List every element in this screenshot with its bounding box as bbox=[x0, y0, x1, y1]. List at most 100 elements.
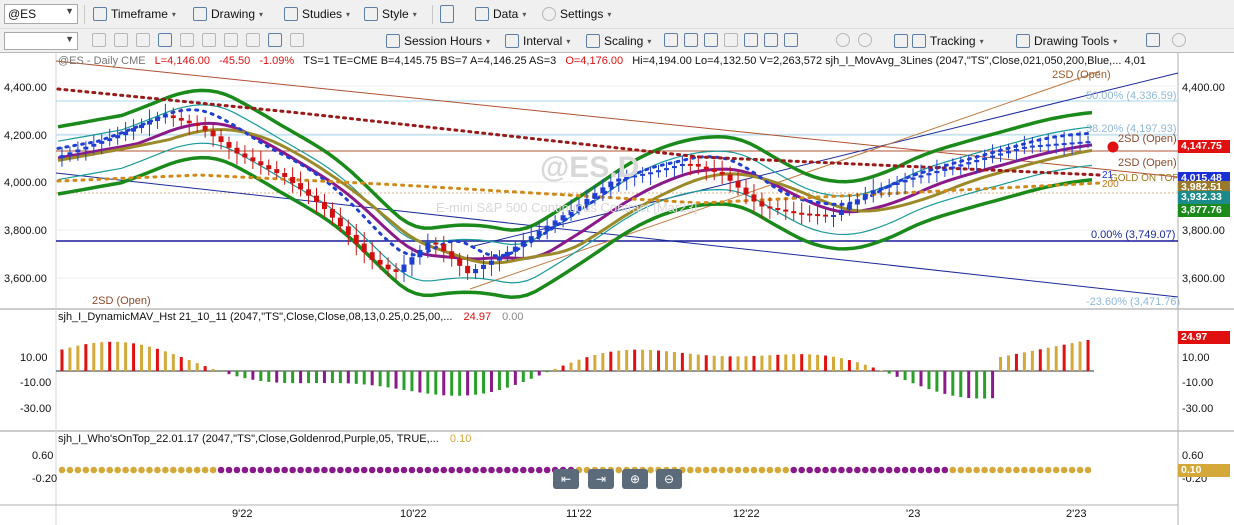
candle-body bbox=[67, 152, 73, 156]
quick-input[interactable]: ▼ bbox=[4, 32, 78, 50]
compress-bars-button[interactable]: ⇤ bbox=[553, 469, 579, 489]
whos-on-top-dot bbox=[989, 466, 996, 474]
chevron-down-icon[interactable]: ▼ bbox=[65, 34, 74, 44]
columns-icon[interactable] bbox=[290, 33, 304, 47]
chart-toolbar: ▼ Session Hours ▾ Interval ▾ Scaling ▾ Trac… bbox=[0, 29, 1234, 53]
whos-on-top-dot bbox=[694, 466, 702, 474]
studies-menu[interactable]: Studies ▾ bbox=[284, 7, 350, 21]
whos-on-top-dot bbox=[1068, 466, 1076, 474]
ind1-axis-label: 10.00 bbox=[20, 352, 48, 364]
data-menu[interactable]: Data ▾ bbox=[475, 7, 526, 21]
point-figure-icon[interactable] bbox=[764, 33, 778, 47]
grid-icon[interactable] bbox=[224, 33, 238, 47]
candle-body bbox=[536, 230, 542, 237]
candle-body bbox=[1085, 141, 1091, 144]
drawing-tools-button[interactable]: Drawing Tools ▾ bbox=[1016, 34, 1117, 48]
drawing-menu[interactable]: Drawing ▾ bbox=[193, 7, 263, 21]
speedometer-icon[interactable] bbox=[1172, 33, 1186, 47]
whos-on-top-dot bbox=[114, 466, 121, 474]
whos-on-top-dot bbox=[774, 466, 782, 474]
candle-body bbox=[75, 149, 81, 153]
expand-bars-button[interactable]: ⇥ bbox=[588, 469, 614, 489]
whos-on-top-dot bbox=[496, 466, 503, 474]
candlestick-icon[interactable] bbox=[684, 33, 698, 47]
trend-icon[interactable] bbox=[1146, 33, 1160, 47]
candle-body bbox=[210, 130, 216, 137]
candle-body bbox=[520, 241, 526, 247]
list-icon[interactable] bbox=[246, 33, 260, 47]
refresh-icon[interactable] bbox=[92, 33, 106, 47]
candle-body bbox=[783, 209, 789, 212]
add-window-icon[interactable] bbox=[114, 33, 128, 47]
whos-on-top-dot bbox=[1084, 466, 1092, 474]
timeframe-menu[interactable]: Timeframe ▾ bbox=[93, 7, 176, 21]
chart-canvas[interactable] bbox=[0, 53, 1234, 525]
candle-body bbox=[759, 201, 765, 207]
line-chart-icon[interactable] bbox=[724, 33, 738, 47]
candle-body bbox=[306, 189, 312, 196]
sd-right-label: 2SD (Open) bbox=[1118, 157, 1177, 169]
table-icon[interactable] bbox=[180, 33, 194, 47]
ind2-axis-label-right: 0.60 bbox=[1182, 450, 1204, 462]
whos-on-top-dot bbox=[798, 466, 805, 474]
session-hours-button[interactable]: Session Hours ▾ bbox=[386, 34, 490, 48]
whos-on-top-dot bbox=[869, 466, 877, 474]
window-icon[interactable] bbox=[136, 33, 150, 47]
price-label: 4,400.00 bbox=[4, 82, 47, 94]
layout-button[interactable] bbox=[440, 5, 454, 23]
chart-lines-icon[interactable] bbox=[202, 33, 216, 47]
whos-on-top-dot bbox=[925, 466, 933, 474]
whos-on-top-dot bbox=[909, 466, 917, 474]
whos-on-top-dot bbox=[456, 466, 463, 474]
whos-on-top-dot bbox=[1005, 466, 1012, 474]
gold-on-top-label: GOLD ON TOP bbox=[1110, 173, 1180, 184]
candle-body bbox=[910, 177, 916, 180]
price-label: 4,200.00 bbox=[4, 130, 47, 142]
grid-icon bbox=[894, 34, 908, 48]
candle-body bbox=[711, 169, 717, 172]
candle-body bbox=[671, 166, 677, 169]
candle-body bbox=[449, 251, 455, 259]
symbol-input[interactable]: @ES ▼ bbox=[4, 4, 78, 24]
candle-body bbox=[735, 180, 741, 188]
candle-body bbox=[298, 183, 304, 190]
bar-chart-icon[interactable] bbox=[664, 33, 678, 47]
whos-on-top-dot bbox=[838, 466, 845, 474]
candle-body bbox=[552, 220, 558, 226]
candle-body bbox=[846, 204, 852, 210]
whos-on-top-dot bbox=[305, 466, 312, 474]
candle-body bbox=[1021, 146, 1027, 149]
fib-0-label: 0.00% (3,749.07) bbox=[1091, 229, 1176, 241]
tracking-button[interactable]: Tracking ▾ bbox=[894, 34, 984, 48]
search-icon[interactable] bbox=[158, 33, 172, 47]
candle-body bbox=[353, 234, 359, 244]
zoom-out-icon[interactable] bbox=[858, 33, 872, 47]
hollow-candle-icon[interactable] bbox=[704, 33, 718, 47]
interval-button[interactable]: Interval ▾ bbox=[505, 34, 570, 48]
zoom-out-button[interactable]: ⊖ bbox=[656, 469, 682, 489]
ohlc-icon[interactable] bbox=[744, 33, 758, 47]
price-label-right: 4,400.00 bbox=[1182, 82, 1225, 94]
style-icon bbox=[364, 7, 378, 21]
style-menu[interactable]: Style ▾ bbox=[364, 7, 417, 21]
layout-icon[interactable] bbox=[268, 33, 282, 47]
indicator2-title: sjh_I_Who'sOnTop_22.01.17 (2047,"TS",Clo… bbox=[58, 433, 472, 445]
dot-chart-icon[interactable] bbox=[784, 33, 798, 47]
whos-on-top-dot bbox=[82, 466, 90, 474]
whos-on-top-dot bbox=[289, 466, 296, 474]
whos-on-top-dot bbox=[973, 466, 980, 474]
candle-body bbox=[457, 258, 463, 266]
whos-on-top-dot bbox=[758, 466, 766, 474]
zoom-in-button[interactable]: ⊕ bbox=[622, 469, 648, 489]
whos-on-top-dot bbox=[209, 466, 217, 474]
whos-on-top-dot bbox=[313, 466, 320, 474]
studies-icon bbox=[284, 7, 298, 21]
candle-body bbox=[791, 211, 797, 214]
candle-body bbox=[934, 170, 940, 174]
scaling-button[interactable]: Scaling ▾ bbox=[586, 34, 651, 48]
chevron-down-icon[interactable]: ▼ bbox=[65, 6, 74, 16]
settings-menu[interactable]: Settings ▾ bbox=[542, 7, 611, 21]
chart-area[interactable]: @ES.D E-mini S&P 500 Continuous Contract… bbox=[0, 53, 1234, 525]
zoom-in-icon[interactable] bbox=[836, 33, 850, 47]
whos-on-top-dot bbox=[472, 466, 479, 474]
